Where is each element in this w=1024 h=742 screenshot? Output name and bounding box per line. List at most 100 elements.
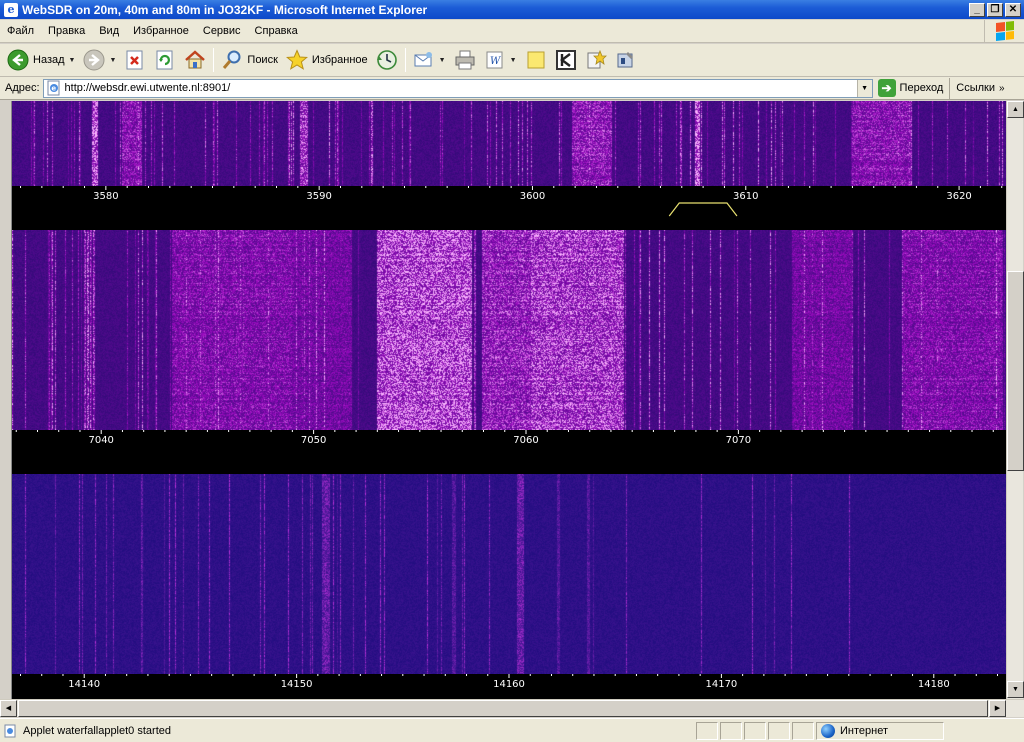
messenger-button[interactable]	[551, 46, 581, 74]
security-zone[interactable]: Интернет	[816, 721, 944, 740]
scale-tick-label: 7050	[301, 435, 326, 446]
stop-icon	[126, 50, 143, 70]
print-button[interactable]	[450, 46, 480, 74]
search-button[interactable]: Поиск	[217, 46, 281, 74]
scale-tick-label: 3580	[93, 191, 118, 202]
scale-tick-label: 3610	[733, 191, 758, 202]
favorites-star-icon	[285, 49, 308, 70]
address-bar: Адрес: e http://websdr.ewi.utwente.nl:89…	[0, 77, 1024, 100]
frequency-scale-40m[interactable]: 7040 7050 7060 7070	[12, 430, 1006, 474]
window-title-bar[interactable]: e WebSDR on 20m, 40m and 80m in JO32KF -…	[0, 0, 1024, 19]
edit-button[interactable]: W ▼	[480, 46, 521, 74]
horizontal-scroll-thumb[interactable]	[18, 700, 988, 717]
status-cell	[768, 721, 790, 740]
horizontal-scrollbar[interactable]: ◀ ▶	[0, 699, 1024, 717]
status-message: Applet waterfallapplet0 started	[0, 721, 694, 741]
refresh-button[interactable]	[150, 46, 180, 74]
menu-edit[interactable]: Правка	[41, 25, 92, 37]
frequency-scale-20m[interactable]: 14140 14150 14160 14170 14180	[12, 674, 1006, 699]
scale-tick-label: 3600	[520, 191, 545, 202]
mail-button[interactable]: ▼	[409, 46, 450, 74]
scale-tick-label: 14170	[705, 679, 737, 690]
windows-logo-icon	[984, 20, 1024, 42]
forward-arrow-icon	[83, 49, 105, 71]
tools-button[interactable]	[611, 46, 641, 74]
k-square-icon	[555, 50, 576, 70]
go-label: Переход	[899, 82, 944, 94]
menu-view[interactable]: Вид	[92, 25, 126, 37]
toolbar-separator	[213, 48, 215, 72]
discuss-button[interactable]	[521, 46, 551, 74]
mail-dropdown-icon[interactable]: ▼	[439, 57, 446, 64]
minimize-button[interactable]: _	[969, 2, 985, 17]
chevron-right-icon: »	[998, 82, 1005, 94]
scale-svg-80m: 3580 3590 3600 3610 3620	[20, 186, 1003, 217]
tools-icon	[617, 52, 633, 68]
vertical-scroll-thumb[interactable]	[1007, 271, 1024, 471]
search-label: Поиск	[247, 54, 278, 66]
links-button[interactable]: Ссылки »	[949, 77, 1005, 99]
mail-icon	[414, 52, 432, 67]
standard-toolbar: Назад ▼ ▼ Поиск Избранное ▼ W ▼	[0, 44, 1024, 77]
forward-dropdown-icon[interactable]: ▼	[109, 57, 116, 64]
page-content: 3580 3590 3600 3610 3620 7040 7050 7060 7070 14…	[0, 101, 1024, 717]
window-title: WebSDR on 20m, 40m and 80m in JO32KF - M…	[22, 2, 428, 17]
close-button[interactable]: ✕	[1005, 2, 1021, 17]
page-margin	[0, 101, 12, 717]
address-url[interactable]: http://websdr.ewi.utwente.nl:8901/	[65, 82, 857, 94]
menu-tools[interactable]: Сервис	[196, 25, 248, 37]
vertical-scrollbar[interactable]: ▲ ▼	[1006, 101, 1024, 699]
forward-button[interactable]: ▼	[79, 46, 120, 74]
restore-button[interactable]: ❐	[987, 2, 1003, 17]
scale-tick-label: 7060	[513, 435, 538, 446]
menu-bar: Файл Правка Вид Избранное Сервис Справка	[0, 20, 1024, 43]
go-button[interactable]: ➔ Переход	[873, 78, 950, 99]
scale-tick-label: 7070	[726, 435, 751, 446]
applet-page-icon	[4, 724, 16, 737]
scale-tick-label: 14160	[493, 679, 525, 690]
research-button[interactable]	[581, 46, 611, 74]
history-button[interactable]	[372, 46, 402, 74]
address-label: Адрес:	[5, 82, 40, 94]
menu-help[interactable]: Справка	[248, 25, 305, 37]
svg-text:e: e	[51, 85, 56, 93]
scale-tick-label: 14180	[918, 679, 950, 690]
favorites-label: Избранное	[311, 54, 368, 66]
scale-svg-40m: 7040 7050 7060 7070	[15, 430, 994, 446]
frequency-scale-80m[interactable]: 3580 3590 3600 3610 3620	[12, 186, 1006, 230]
scale-svg-20m: 14140 14150 14160 14170 14180	[19, 674, 999, 690]
refresh-icon	[156, 50, 173, 70]
address-field[interactable]: e http://websdr.ewi.utwente.nl:8901/ ▼	[42, 78, 873, 98]
status-cell	[720, 721, 742, 740]
waterfall-80m[interactable]	[12, 101, 1006, 186]
passband-marker[interactable]	[668, 202, 738, 217]
edit-dropdown-icon[interactable]: ▼	[510, 57, 517, 64]
globe-icon	[821, 723, 835, 738]
status-cell	[696, 721, 718, 740]
scroll-right-icon[interactable]: ▶	[989, 700, 1006, 717]
status-text: Applet waterfallapplet0 started	[23, 724, 171, 737]
scale-tick-label: 7040	[88, 435, 113, 446]
history-icon	[376, 50, 397, 70]
scale-tick-label: 14150	[281, 679, 313, 690]
waterfall-40m[interactable]	[12, 230, 1006, 430]
menu-favorites[interactable]: Избранное	[126, 25, 196, 37]
waterfall-20m[interactable]	[12, 474, 1006, 674]
scale-tick-label: 14140	[68, 679, 100, 690]
scroll-down-icon[interactable]: ▼	[1007, 681, 1024, 698]
printer-icon	[455, 50, 475, 70]
scroll-left-icon[interactable]: ◀	[0, 700, 17, 717]
scale-tick-label: 3590	[306, 191, 331, 202]
back-arrow-icon	[7, 49, 29, 71]
svg-text:W: W	[490, 56, 501, 67]
favorites-button[interactable]: Избранное	[282, 46, 372, 74]
toolbar-separator	[404, 48, 406, 72]
stop-button[interactable]	[120, 46, 150, 74]
address-dropdown-icon[interactable]: ▼	[856, 79, 872, 97]
scroll-up-icon[interactable]: ▲	[1007, 101, 1024, 118]
home-button[interactable]	[180, 46, 210, 74]
back-button[interactable]: Назад ▼	[3, 46, 79, 74]
menu-file[interactable]: Файл	[0, 25, 41, 37]
back-dropdown-icon[interactable]: ▼	[69, 57, 76, 64]
page-icon: e	[47, 80, 60, 96]
